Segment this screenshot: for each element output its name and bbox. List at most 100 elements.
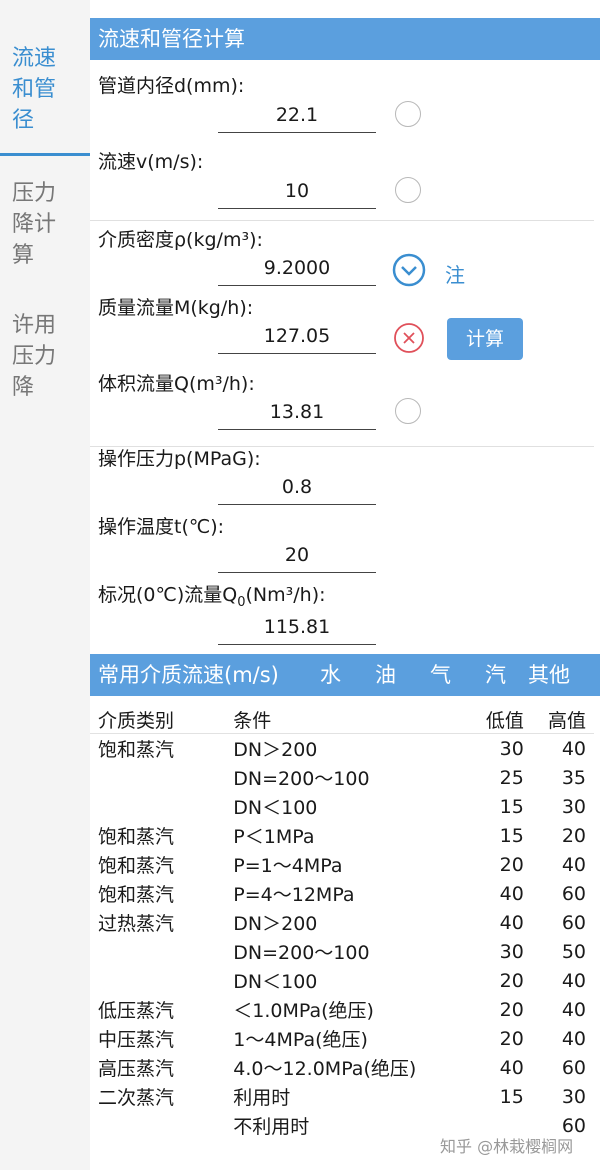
group-diameter-velocity: 管道内径d(mm): 22.1 流速v(m/s): 10: [90, 60, 594, 221]
cell-high: 30: [561, 795, 586, 818]
diameter-input[interactable]: 22.1: [218, 104, 376, 133]
table-row: DN=200～100 30 50: [90, 937, 594, 966]
velocity-input[interactable]: 10: [218, 180, 376, 209]
cell-condition: 利用时: [233, 1087, 291, 1109]
tab-oil[interactable]: 油: [375, 654, 396, 696]
note-link[interactable]: 注: [445, 259, 465, 288]
media-velocity-table: 介质类别 条件 低值 高值 饱和蒸汽 DN＞200 30 40 DN=200～100 2…: [90, 706, 594, 1140]
cell-medium: [90, 937, 233, 966]
cell-condition: P＜1MPa: [233, 826, 315, 848]
cell-condition: DN＞200: [233, 739, 318, 761]
col-low: 低值: [473, 706, 524, 734]
calc-title: 流速和管径计算: [98, 27, 245, 51]
velocity-radio[interactable]: [395, 177, 421, 203]
cell-condition: DN＜100: [233, 797, 318, 819]
cell-low: 20: [499, 1027, 524, 1050]
col-condition: 条件: [233, 706, 474, 734]
temperature-input[interactable]: 20: [218, 544, 376, 573]
tab-water[interactable]: 水: [320, 654, 341, 696]
table-row: 低压蒸汽 ＜1.0MPa(绝压) 20 40: [90, 995, 594, 1024]
clear-icon[interactable]: [392, 321, 426, 355]
watermark: 知乎 @林栽樱榈网: [440, 1137, 574, 1156]
field-label-pressure: 操作压力p(MPaG):: [98, 448, 261, 470]
cell-low: 40: [499, 911, 524, 934]
field-label-volume-flow: 体积流量Q(m³/h):: [98, 373, 255, 395]
cell-high: 30: [561, 1085, 586, 1108]
main-panel: 流速和管径计算 管道内径d(mm): 22.1 流速v(m/s): 10 介质密…: [90, 0, 600, 1170]
cell-high: 60: [561, 1056, 586, 1079]
tab-other[interactable]: 其他: [528, 654, 570, 696]
cell-high: 50: [561, 940, 586, 963]
calculate-button[interactable]: 计算: [447, 318, 523, 360]
pressure-input[interactable]: 0.8: [218, 476, 376, 505]
cell-medium: [90, 763, 233, 792]
cell-high: 40: [561, 969, 586, 992]
sidebar-item-allowable-pressure-drop[interactable]: 许用 压力 降: [12, 310, 72, 403]
cell-high: 35: [561, 766, 586, 789]
cell-condition: 4.0～12.0MPa(绝压): [233, 1058, 417, 1080]
table-row: 饱和蒸汽 P＜1MPa 15 20: [90, 821, 594, 850]
cell-medium: 饱和蒸汽: [98, 826, 175, 848]
cell-condition: P=1～4MPa: [233, 855, 343, 877]
cell-medium: 饱和蒸汽: [98, 739, 175, 761]
table-row: 中压蒸汽 1～4MPa(绝压) 20 40: [90, 1024, 594, 1053]
table-row: DN＜100 20 40: [90, 966, 594, 995]
col-high: 高值: [523, 706, 594, 734]
cell-low: 40: [499, 1056, 524, 1079]
media-title: 常用介质流速(m/s): [98, 663, 279, 687]
mass-flow-input[interactable]: 127.05: [218, 325, 376, 354]
cell-low: 40: [499, 882, 524, 905]
cell-low: 15: [499, 824, 524, 847]
cell-condition: P=4～12MPa: [233, 884, 355, 906]
cell-low: 15: [499, 795, 524, 818]
table-row: 二次蒸汽 利用时 15 30: [90, 1082, 594, 1111]
field-label-density: 介质密度ρ(kg/m³):: [98, 229, 263, 251]
table-row: 饱和蒸汽 P=4～12MPa 40 60: [90, 879, 594, 908]
cell-low: 30: [499, 940, 524, 963]
media-header: 常用介质流速(m/s) 水 油 气 汽 其他: [90, 654, 600, 696]
sidebar-active-indicator: [0, 153, 90, 156]
cell-low: 15: [499, 1085, 524, 1108]
cell-high: 40: [561, 998, 586, 1021]
table-row: 过热蒸汽 DN＞200 40 60: [90, 908, 594, 937]
cell-high: 40: [561, 1027, 586, 1050]
density-input[interactable]: 9.2000: [218, 257, 376, 286]
cell-medium: 二次蒸汽: [98, 1087, 175, 1109]
table-row: DN＜100 15 30: [90, 792, 594, 821]
cell-high: 60: [561, 911, 586, 934]
table-row: 饱和蒸汽 DN＞200 30 40: [90, 734, 594, 764]
cell-medium: 饱和蒸汽: [98, 884, 175, 906]
table-row: 饱和蒸汽 P=1～4MPa 20 40: [90, 850, 594, 879]
sidebar-item-flow-diameter[interactable]: 流速 和管 径: [12, 43, 72, 136]
cell-condition: 1～4MPa(绝压): [233, 1029, 368, 1051]
sidebar: 流速 和管 径 压力 降计 算 许用 压力 降: [0, 0, 90, 1170]
cell-high: 20: [561, 824, 586, 847]
tab-gas[interactable]: 气: [430, 654, 451, 696]
cell-medium: [90, 1111, 233, 1140]
volume-flow-radio[interactable]: [395, 398, 421, 424]
cell-low: 30: [499, 737, 524, 760]
table-header-row: 介质类别 条件 低值 高值: [90, 706, 594, 734]
field-label-velocity: 流速v(m/s):: [98, 151, 204, 173]
cell-high: 40: [561, 737, 586, 760]
sidebar-item-pressure-drop[interactable]: 压力 降计 算: [12, 178, 72, 271]
cell-medium: [90, 966, 233, 995]
cell-condition: DN=200～100: [233, 768, 370, 790]
cell-low: 25: [499, 766, 524, 789]
cell-condition: DN＜100: [233, 971, 318, 993]
field-label-diameter: 管道内径d(mm):: [98, 75, 245, 97]
chevron-down-icon[interactable]: [392, 253, 426, 287]
calc-header: 流速和管径计算: [90, 18, 600, 60]
field-label-mass-flow: 质量流量M(kg/h):: [98, 297, 254, 319]
cell-low: 20: [499, 853, 524, 876]
diameter-radio[interactable]: [395, 101, 421, 127]
col-medium: 介质类别: [90, 706, 234, 734]
cell-high: 40: [561, 853, 586, 876]
tab-steam[interactable]: 汽: [485, 654, 506, 696]
volume-flow-input[interactable]: 13.81: [218, 401, 376, 430]
field-label-temperature: 操作温度t(℃):: [98, 516, 225, 538]
cell-low: 20: [499, 998, 524, 1021]
group-operating-conditions: 操作压力p(MPaG): 0.8 操作温度t(℃): 20 标况(0℃)流量Q0…: [90, 446, 594, 646]
standard-flow-input[interactable]: 115.81: [218, 616, 376, 645]
cell-medium: 过热蒸汽: [98, 913, 175, 935]
